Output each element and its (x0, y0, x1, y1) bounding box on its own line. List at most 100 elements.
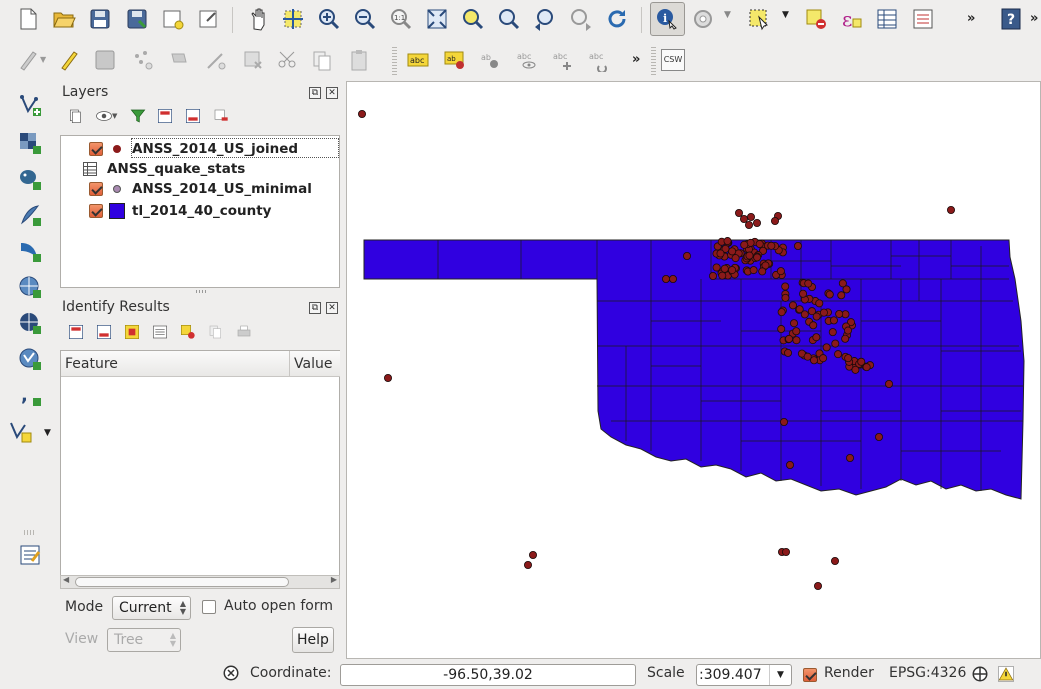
earthquake-point[interactable] (862, 363, 871, 372)
earthquake-point[interactable] (777, 308, 786, 317)
identify-icon[interactable]: i (654, 6, 680, 32)
cut-features-icon[interactable] (275, 47, 301, 73)
attribute-table-icon[interactable] (874, 6, 900, 32)
highlight-pinned-labels-icon[interactable]: ab (442, 47, 468, 73)
earthquake-point[interactable] (669, 274, 678, 283)
earthquake-point[interactable] (844, 354, 853, 363)
earthquake-point[interactable] (524, 561, 533, 570)
expand-new-results-icon[interactable] (122, 322, 142, 342)
move-feature-icon[interactable] (167, 47, 193, 73)
earthquake-point[interactable] (784, 348, 793, 357)
earthquake-point[interactable] (747, 212, 756, 221)
render-checkbox[interactable] (803, 668, 817, 682)
scale-combo[interactable]: :309.407 ▼ (696, 664, 792, 686)
earthquake-point[interactable] (782, 548, 791, 557)
toolbar-grip-2[interactable] (651, 47, 656, 75)
earthquake-point[interactable] (716, 249, 725, 258)
earthquake-point[interactable] (745, 220, 754, 229)
toolbar-overflow-icon-2[interactable]: » (1030, 11, 1038, 26)
earthquake-point[interactable] (745, 251, 754, 260)
layer-checkbox[interactable] (89, 182, 103, 196)
layer-row-anss-joined[interactable]: ANSS_2014_US_joined (89, 139, 298, 159)
earthquake-point[interactable] (803, 352, 812, 361)
earthquake-point[interactable] (720, 264, 729, 273)
earthquake-point[interactable] (790, 319, 799, 328)
collapse-tree-icon[interactable] (94, 322, 114, 342)
delete-selected-icon[interactable] (240, 47, 266, 73)
clear-results-icon[interactable] (178, 322, 198, 342)
earthquake-point[interactable] (794, 241, 803, 250)
close-panel-icon[interactable]: ✕ (326, 87, 338, 99)
composer-manager-icon[interactable] (196, 6, 222, 32)
earthquake-point[interactable] (792, 336, 801, 345)
edits-dropdown-icon[interactable]: ▼ (40, 55, 46, 64)
add-raster-layer-icon[interactable] (17, 130, 43, 156)
earthquake-point[interactable] (815, 299, 824, 308)
warning-icon[interactable] (995, 663, 1017, 685)
layer-checkbox[interactable] (89, 142, 103, 156)
toggle-editing-icon[interactable] (57, 47, 83, 73)
expression-select-icon[interactable]: ε (838, 6, 864, 32)
zoom-full-icon[interactable] (424, 6, 450, 32)
earthquake-point[interactable] (781, 282, 790, 291)
crs-label[interactable]: EPSG:4326 (889, 665, 966, 681)
remove-layer-icon[interactable] (211, 106, 231, 126)
deselect-icon[interactable] (803, 6, 829, 32)
earthquake-point[interactable] (795, 305, 804, 314)
earthquake-point[interactable] (771, 216, 780, 225)
splitter-handle[interactable] (196, 290, 206, 293)
earthquake-point[interactable] (792, 327, 801, 336)
earthquake-point[interactable] (814, 582, 823, 591)
scroll-left-icon[interactable]: ◀ (63, 575, 69, 584)
float-panel-icon[interactable]: ⧉ (309, 87, 321, 99)
earthquake-point[interactable] (812, 333, 821, 342)
toolbar-overflow-icon-3[interactable]: » (632, 52, 640, 67)
add-wfs-layer-icon[interactable] (17, 346, 43, 372)
auto-open-form-checkbox[interactable] (202, 600, 216, 614)
earthquake-point[interactable] (712, 263, 721, 272)
earthquake-point[interactable] (831, 557, 840, 566)
earthquake-point[interactable] (785, 334, 794, 343)
expand-tree-icon[interactable] (66, 322, 86, 342)
action-dropdown-icon[interactable]: ▼ (724, 10, 731, 20)
earthquake-point[interactable] (834, 350, 843, 359)
paste-features-icon[interactable] (346, 47, 372, 73)
earthquake-point[interactable] (731, 254, 740, 263)
statistics-icon[interactable] (910, 6, 936, 32)
print-results-icon[interactable] (234, 322, 254, 342)
earthquake-point[interactable] (812, 312, 821, 321)
mode-select[interactable]: Current ▲ ▼ (112, 596, 191, 620)
new-layer-dropdown-icon[interactable]: ▼ (44, 428, 51, 438)
earthquake-point[interactable] (857, 357, 866, 366)
select-feature-icon[interactable] (746, 6, 772, 32)
earthquake-point[interactable] (753, 253, 762, 262)
rotate-label-icon[interactable]: abc (586, 47, 612, 73)
zoom-next-icon[interactable] (568, 6, 594, 32)
new-project-icon[interactable] (15, 6, 41, 32)
earthquake-point[interactable] (846, 453, 855, 462)
map-svg[interactable] (347, 82, 1041, 659)
save-edits-icon[interactable] (92, 47, 118, 73)
zoom-in-icon[interactable] (316, 6, 342, 32)
toolbar-grip[interactable] (392, 47, 397, 75)
earthquake-point[interactable] (885, 379, 894, 388)
add-vector-layer-icon[interactable] (17, 92, 43, 118)
annotation-icon[interactable] (17, 542, 43, 568)
pan-icon[interactable] (245, 6, 271, 32)
earthquake-point[interactable] (819, 354, 828, 363)
earthquake-point[interactable] (844, 326, 853, 335)
add-feature-icon[interactable] (130, 47, 156, 73)
earthquake-point[interactable] (728, 266, 737, 275)
filter-legend-icon[interactable] (128, 106, 148, 126)
action-icon[interactable] (690, 6, 716, 32)
layer-checkbox[interactable] (89, 204, 103, 218)
expand-all-icon[interactable] (155, 106, 175, 126)
earthquake-point[interactable] (829, 316, 838, 325)
map-canvas[interactable] (346, 81, 1041, 659)
float-panel-icon[interactable]: ⧉ (309, 302, 321, 314)
earthquake-point[interactable] (749, 266, 758, 275)
earthquake-point[interactable] (777, 325, 786, 334)
earthquake-point[interactable] (835, 309, 844, 318)
earthquake-point[interactable] (709, 271, 718, 280)
add-mssql-layer-icon[interactable] (17, 238, 43, 264)
